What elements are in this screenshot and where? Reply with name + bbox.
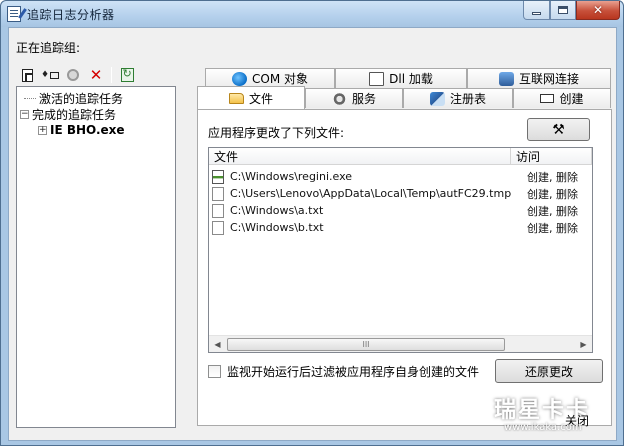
delete-icon: ✕: [89, 65, 103, 84]
file-icon: [212, 186, 224, 201]
scroll-right-icon[interactable]: ▶: [575, 336, 592, 352]
tools-button[interactable]: ⚒: [527, 118, 590, 141]
tab-create[interactable]: 创建: [513, 88, 611, 108]
dll-icon: [369, 71, 385, 86]
tab-files[interactable]: 文件: [197, 86, 305, 109]
trace-tree[interactable]: 激活的追踪任务 − 完成的追踪任务 + IE BHO.exe: [16, 86, 176, 428]
tab-label: 互联网连接: [518, 72, 579, 86]
changed-files-list[interactable]: 文件 访问 C:\Windows\regini.exe 创建, 删除 C:\Us…: [208, 147, 593, 353]
refresh-button[interactable]: [117, 66, 137, 84]
file-access: 创建, 删除: [527, 221, 578, 235]
restore-changes-button[interactable]: 还原更改: [495, 359, 603, 383]
tree-item-ie-bho[interactable]: + IE BHO.exe: [38, 122, 125, 138]
scroll-left-icon[interactable]: ◀: [209, 336, 226, 352]
file-access: 创建, 删除: [527, 204, 578, 218]
tree-item-label: IE BHO.exe: [50, 123, 125, 137]
list-header: 文件 访问: [209, 148, 592, 165]
file-path: C:\Users\Lenovo\AppData\Local\Temp\autFC…: [230, 187, 512, 200]
tab-com-objects[interactable]: COM 对象: [205, 68, 335, 88]
file-access: 创建, 删除: [527, 170, 578, 184]
close-button[interactable]: 关闭: [558, 407, 618, 433]
file-path: C:\Windows\a.txt: [230, 204, 324, 217]
table-row[interactable]: C:\Windows\a.txt 创建, 删除: [212, 202, 578, 219]
tree-item-label: 激活的追踪任务: [39, 91, 124, 106]
title-bar[interactable]: 追踪日志分析器 ✕: [1, 1, 623, 27]
window-close-button[interactable]: ✕: [576, 1, 620, 20]
tab-registry[interactable]: 注册表: [403, 88, 513, 108]
table-row[interactable]: C:\Users\Lenovo\AppData\Local\Temp\autFC…: [212, 185, 578, 202]
minimize-button[interactable]: [523, 1, 550, 20]
tab-control: COM 对象 Dll 加载 互联网连接 文件 服务 注册表 创建 应用程序更改了…: [197, 68, 612, 426]
column-header-access[interactable]: 访问: [511, 148, 592, 165]
file-icon: [212, 203, 224, 218]
tab-label: 创建: [559, 92, 584, 106]
tab-label: 服务: [351, 92, 376, 106]
tab-label: COM 对象: [252, 72, 308, 86]
file-path: C:\Windows\regini.exe: [230, 170, 353, 183]
maximize-icon: [558, 6, 568, 14]
add-trace-button[interactable]: ♦: [40, 66, 60, 84]
stop-button[interactable]: [63, 66, 83, 84]
tab-label: Dll 加载: [389, 72, 433, 86]
file-path: C:\Windows\b.txt: [230, 221, 324, 234]
new-trace-icon: [21, 68, 33, 82]
tab-services[interactable]: 服务: [305, 88, 403, 108]
table-row[interactable]: C:\Windows\b.txt 创建, 删除: [212, 219, 578, 236]
tab-label: 文件: [248, 91, 273, 106]
tab-dll-load[interactable]: Dll 加载: [335, 68, 467, 88]
main-window: 追踪日志分析器 ✕ 正在追踪组: ♦ ✕ 激活的追踪任务 − 完成的追踪任务: [0, 0, 624, 446]
globe-icon: [232, 71, 247, 86]
registry-icon: [429, 91, 445, 106]
refresh-icon: [120, 67, 134, 82]
files-tab-panel: 应用程序更改了下列文件: ⚒ 文件 访问 C:\Windows\regini.e…: [197, 109, 612, 426]
hammer-icon: ⚒: [552, 121, 565, 138]
tree-item-active[interactable]: 激活的追踪任务: [24, 90, 123, 106]
maximize-button[interactable]: [550, 1, 576, 20]
delete-button[interactable]: ✕: [86, 66, 106, 84]
app-icon: [7, 6, 21, 22]
window-title: 追踪日志分析器: [27, 8, 115, 22]
table-row[interactable]: C:\Windows\regini.exe 创建, 删除: [212, 168, 578, 185]
gear-icon: [331, 91, 347, 106]
file-access: 创建, 删除: [527, 187, 578, 201]
tree-item-completed[interactable]: − 完成的追踪任务: [20, 106, 116, 122]
create-icon: [540, 94, 555, 103]
collapse-icon[interactable]: −: [20, 109, 29, 119]
files-panel-label: 应用程序更改了下列文件:: [208, 126, 345, 140]
exe-file-icon: [212, 169, 224, 184]
minimize-icon: [532, 11, 541, 15]
filter-checkbox[interactable]: [208, 365, 221, 378]
close-icon: ✕: [592, 3, 604, 17]
file-icon: [212, 220, 224, 235]
filter-self-created-option[interactable]: 监视开始运行后过滤被应用程序自身创建的文件: [208, 363, 479, 380]
horizontal-scrollbar[interactable]: ◀ III ▶: [209, 335, 592, 352]
expand-icon[interactable]: +: [38, 125, 47, 135]
tab-label: 注册表: [449, 92, 486, 106]
tree-toolbar: ♦ ✕: [17, 65, 137, 85]
network-icon: [498, 71, 514, 86]
toolbar-separator: [111, 67, 112, 83]
stop-icon: [67, 69, 79, 81]
tree-item-label: 完成的追踪任务: [32, 107, 117, 122]
tree-connector: [24, 97, 36, 99]
column-header-file[interactable]: 文件: [209, 148, 511, 165]
add-trace-icon: ♦: [41, 70, 60, 80]
filter-checkbox-label: 监视开始运行后过滤被应用程序自身创建的文件: [227, 365, 480, 379]
tracking-group-label: 正在追踪组:: [16, 41, 81, 55]
folder-icon: [228, 92, 244, 104]
new-trace-button[interactable]: [17, 66, 37, 84]
client-area: 正在追踪组: ♦ ✕ 激活的追踪任务 − 完成的追踪任务 + IE BHO.ex…: [8, 27, 617, 441]
scroll-thumb[interactable]: III: [227, 338, 505, 351]
tab-internet-connection[interactable]: 互联网连接: [467, 68, 611, 88]
